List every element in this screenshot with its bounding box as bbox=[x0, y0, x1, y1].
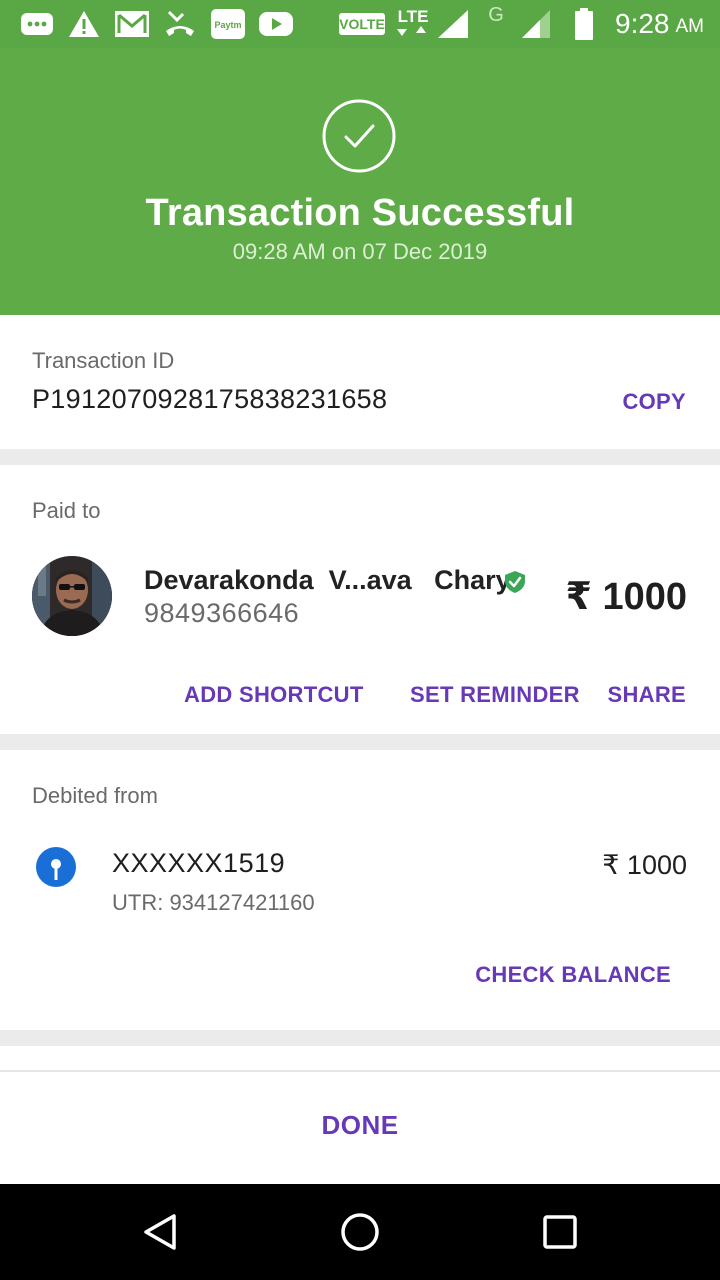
recents-icon[interactable] bbox=[536, 1208, 584, 1256]
paytm-icon: Paytm bbox=[210, 0, 246, 48]
verified-badge-icon bbox=[504, 570, 526, 594]
add-shortcut-button[interactable]: ADD SHORTCUT bbox=[184, 682, 364, 708]
signal-icon bbox=[520, 0, 552, 48]
section-divider bbox=[0, 449, 720, 465]
section-divider bbox=[0, 734, 720, 750]
debited-amount: ₹ 1000 bbox=[602, 850, 687, 880]
account-number: XXXXXX1519 bbox=[112, 848, 286, 878]
share-button[interactable]: SHARE bbox=[607, 682, 686, 708]
paid-amount: ₹ 1000 bbox=[565, 576, 687, 618]
lte-icon: LTE bbox=[394, 0, 432, 48]
status-bar: Paytm VOLTE LTE G 9:28 AM bbox=[0, 0, 720, 48]
success-header: Transaction Successful 09:28 AM on 07 De… bbox=[0, 48, 720, 315]
success-check-icon bbox=[322, 99, 396, 173]
bank-logo-icon bbox=[35, 846, 77, 888]
g-network-icon: G bbox=[488, 4, 504, 26]
set-reminder-button[interactable]: SET REMINDER bbox=[410, 682, 580, 708]
transaction-id-label: Transaction ID bbox=[32, 348, 175, 373]
payee-phone: 9849366646 bbox=[144, 598, 300, 628]
clock: 9:28 AM bbox=[615, 0, 704, 48]
svg-text:Paytm: Paytm bbox=[214, 20, 241, 30]
youtube-icon bbox=[258, 0, 294, 48]
footer-divider bbox=[0, 1070, 720, 1072]
back-icon[interactable] bbox=[136, 1208, 184, 1256]
home-icon[interactable] bbox=[336, 1208, 384, 1256]
gmail-icon bbox=[114, 0, 150, 48]
payee-name: Devarakonda V...ava Chary bbox=[144, 565, 511, 595]
section-divider bbox=[0, 1030, 720, 1046]
transaction-datetime: 09:28 AM on 07 Dec 2019 bbox=[232, 239, 488, 264]
missed-call-icon bbox=[163, 0, 197, 48]
clock-time: 9:28 bbox=[615, 8, 670, 39]
debited-from-label: Debited from bbox=[32, 783, 158, 808]
svg-text:VOLTE: VOLTE bbox=[339, 16, 385, 32]
transaction-id-value: P1912070928175838231658 bbox=[32, 384, 388, 414]
warning-icon bbox=[68, 0, 100, 48]
clock-ampm: AM bbox=[675, 16, 705, 37]
battery-icon bbox=[572, 0, 596, 48]
avatar bbox=[32, 556, 112, 636]
svg-text:LTE: LTE bbox=[398, 7, 429, 26]
transaction-status-title: Transaction Successful bbox=[145, 192, 575, 234]
paid-to-label: Paid to bbox=[32, 498, 101, 523]
check-balance-button[interactable]: CHECK BALANCE bbox=[475, 962, 671, 988]
screen: Paytm VOLTE LTE G 9:28 AM Transaction Su… bbox=[0, 0, 720, 1280]
copy-button[interactable]: COPY bbox=[622, 389, 686, 415]
volte-icon: VOLTE bbox=[338, 0, 386, 48]
system-nav-bar bbox=[0, 1184, 720, 1280]
utr-number: UTR: 934127421160 bbox=[112, 890, 315, 915]
signal-icon bbox=[436, 0, 470, 48]
messages-icon bbox=[20, 0, 54, 48]
done-button[interactable]: DONE bbox=[0, 1110, 720, 1141]
